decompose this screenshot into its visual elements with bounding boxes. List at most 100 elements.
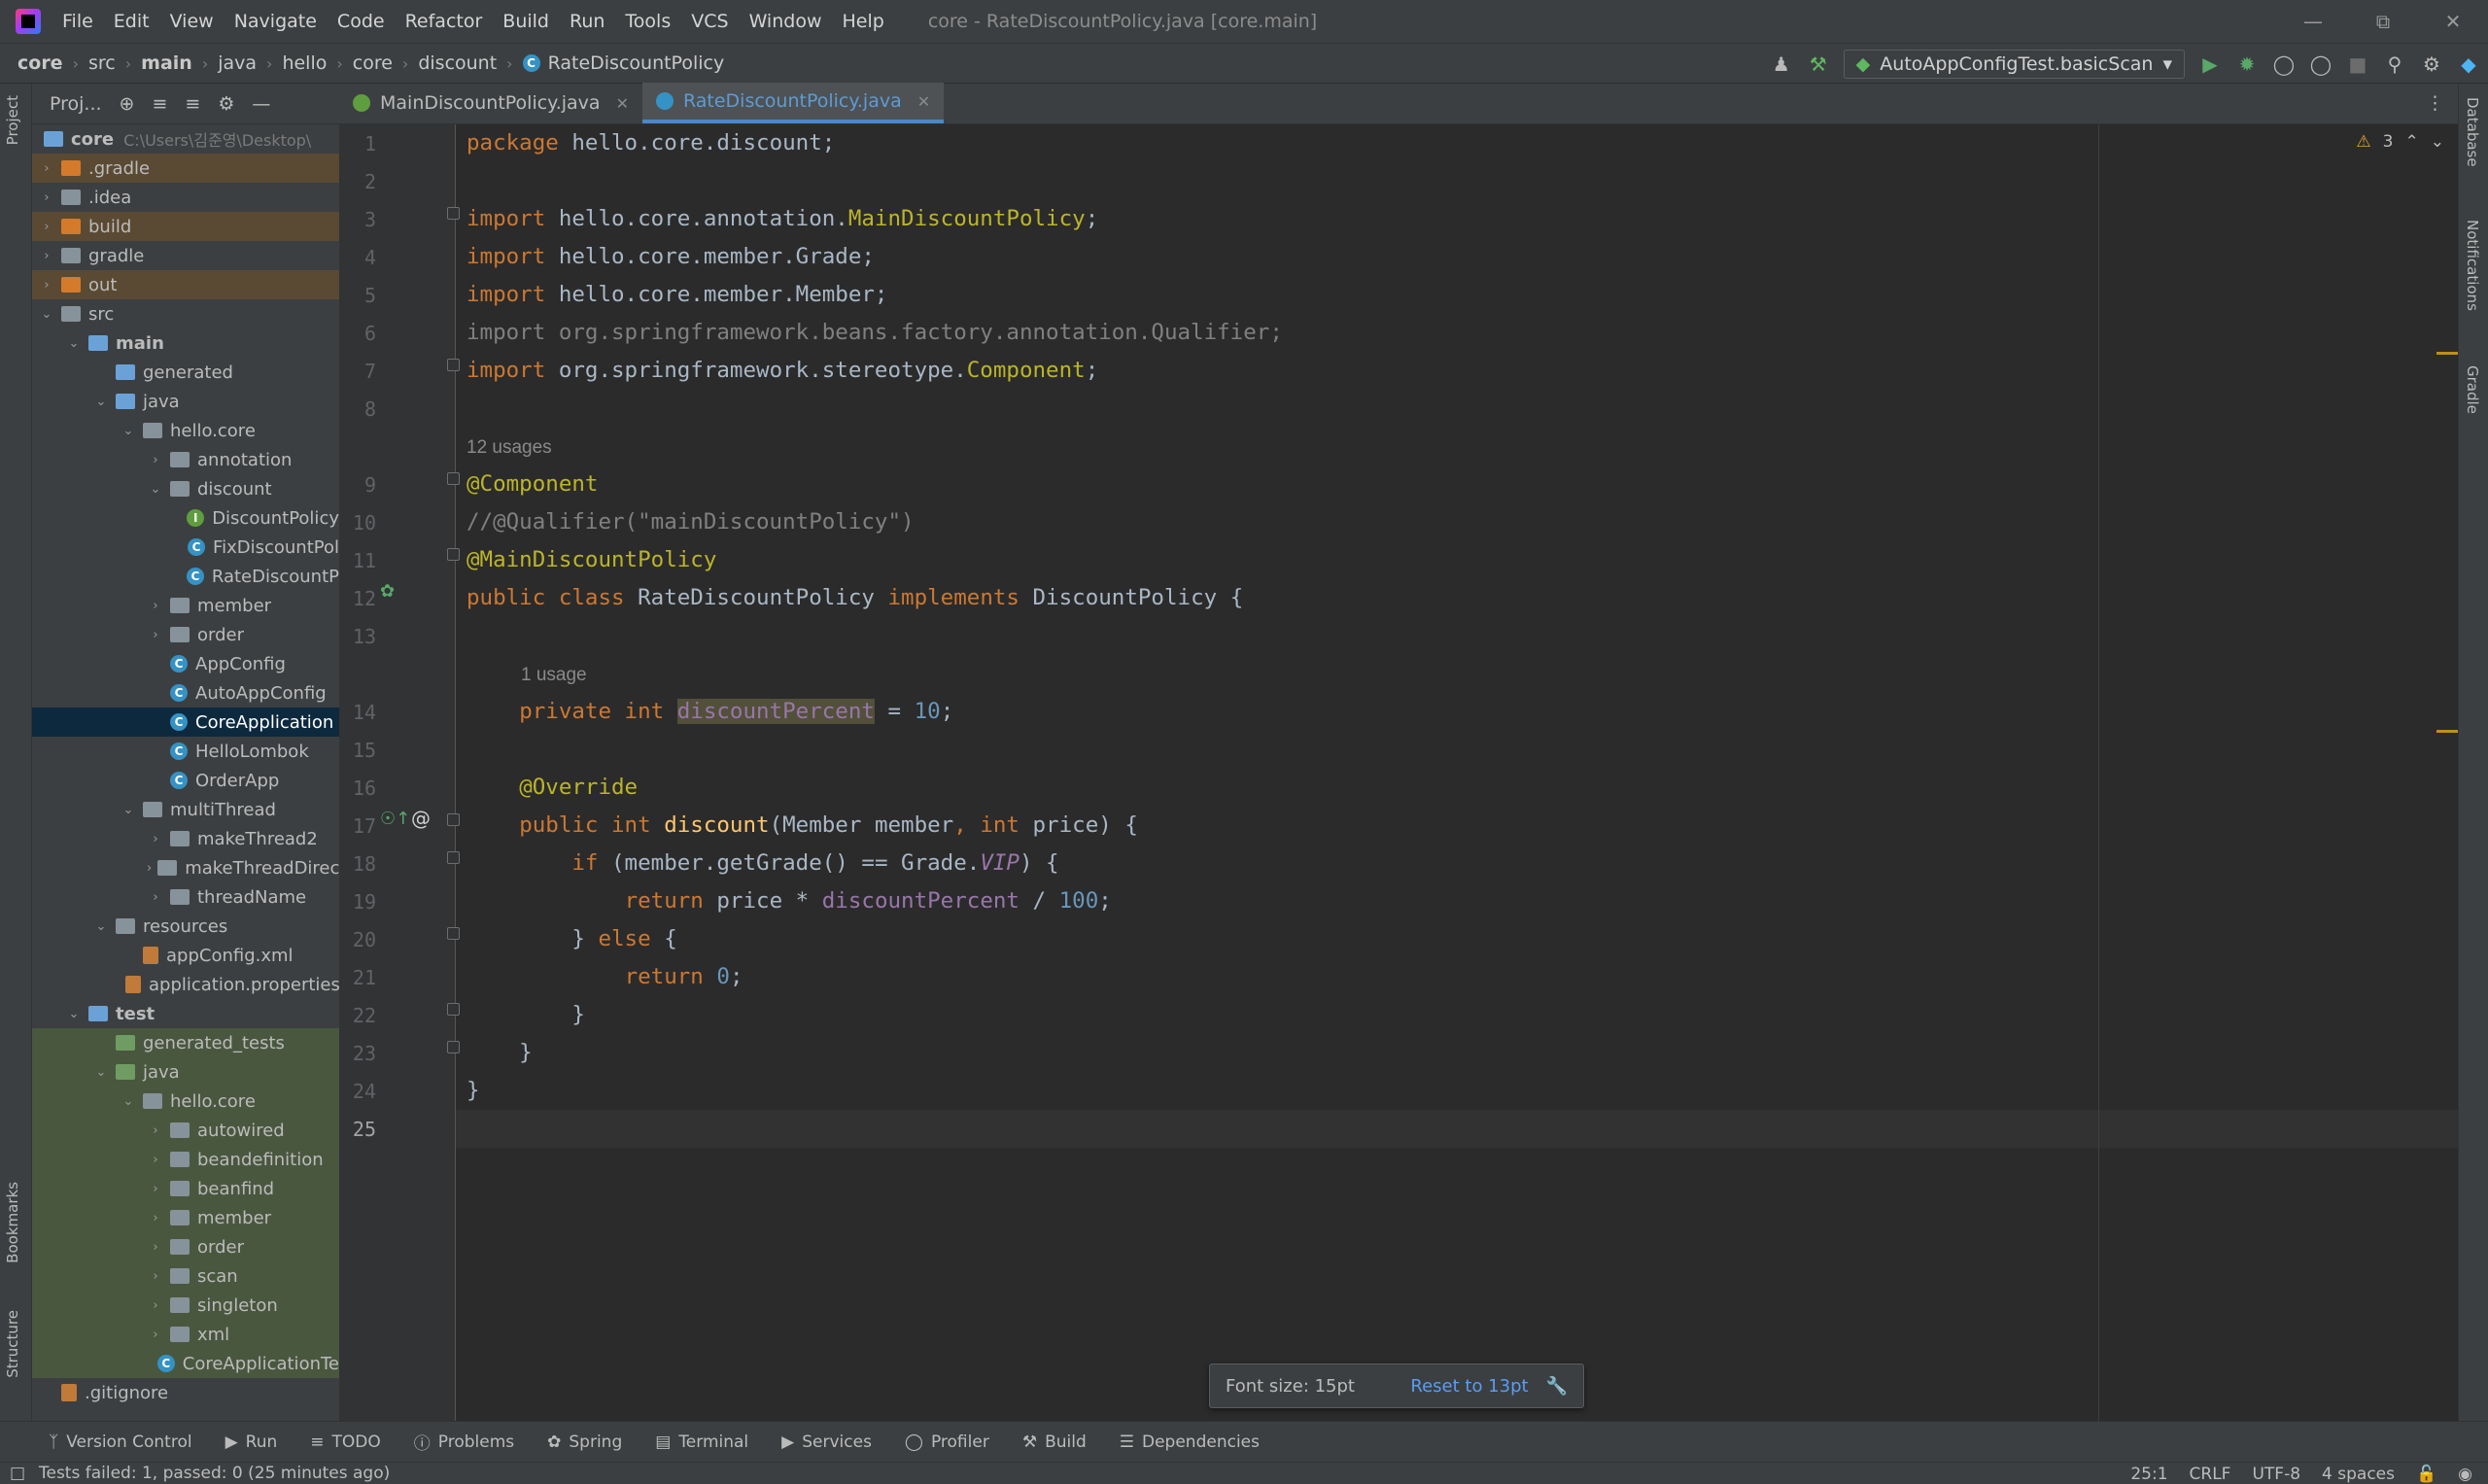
tree-item[interactable]: C CoreApplication [32,707,339,737]
tree-item[interactable]: › order [32,1232,339,1261]
tab-main-discount-policy[interactable]: MainDiscountPolicy.java ✕ [339,83,642,123]
run-icon[interactable]: ▶ [2198,52,2222,76]
chevron-right-icon[interactable]: › [147,453,164,467]
fold-marker-icon[interactable] [447,1041,460,1053]
tree-root[interactable]: core C:\Users\김준영\Desktop\ [32,124,339,154]
caret-position[interactable]: 25:1 [2130,1465,2167,1484]
gear-icon[interactable]: ⚙ [218,93,234,115]
tree-item[interactable]: C FixDiscountPol [32,533,339,562]
status-message[interactable]: Tests failed: 1, passed: 0 (25 minutes a… [39,1464,390,1483]
reset-font-link[interactable]: Reset to 13pt [1410,1376,1528,1397]
tree-item[interactable]: generated_tests [32,1028,339,1057]
gradle-tool-tab[interactable]: Gradle [2464,365,2481,414]
chevron-right-icon[interactable]: › [147,832,164,846]
notifications-tool-tab[interactable]: Notifications [2464,220,2481,311]
annotation-at-icon[interactable]: @ [411,807,431,830]
chevron-right-icon[interactable]: › [147,599,164,613]
chevron-right-icon[interactable]: › [147,628,164,642]
menu-tools[interactable]: Tools [625,11,671,32]
fold-marker-icon[interactable] [447,472,460,485]
tree-item[interactable]: › build [32,212,339,241]
services-tab[interactable]: ▶ Services [781,1432,872,1452]
usages-hint[interactable]: 1 usage [521,661,587,690]
chevron-right-icon[interactable]: › [147,1211,164,1225]
tree-item[interactable]: › scan [32,1261,339,1291]
spring-bean-icon[interactable]: ✿ [380,581,395,602]
close-icon[interactable]: ✕ [917,92,930,111]
tree-item[interactable]: C AutoAppConfig [32,678,339,707]
run-tab[interactable]: ▶ Run [225,1432,278,1452]
tree-item[interactable]: › autowired [32,1116,339,1145]
profiler-tab[interactable]: ◯ Profiler [905,1432,989,1452]
chevron-right-icon[interactable]: › [147,1328,164,1342]
collapse-all-icon[interactable]: ≡ [185,93,200,115]
chevron-right-icon[interactable]: › [147,1182,164,1196]
chevron-right-icon[interactable]: › [147,890,164,905]
tree-item[interactable]: › member [32,591,339,620]
tree-item[interactable]: › .idea [32,183,339,212]
tree-item[interactable]: .gitignore [32,1378,339,1407]
locate-icon[interactable]: ⊕ [120,93,135,115]
tree-item[interactable]: › .gradle [32,154,339,183]
tree-item[interactable]: ⌄ test [32,999,339,1028]
tree-item[interactable]: › xml [32,1320,339,1349]
fold-marker-icon[interactable] [447,548,460,561]
close-window-button[interactable]: ✕ [2418,0,2488,43]
tree-item[interactable]: ⌄ hello.core [32,1087,339,1116]
chevron-down-icon[interactable]: ⌄ [120,803,137,817]
search-icon[interactable]: ⚲ [2383,52,2406,76]
expand-all-icon[interactable]: ≡ [152,93,167,115]
inspection-widget[interactable]: ⚠ 3 ⌃ ⌄ [2356,132,2444,152]
bookmarks-tool-tab[interactable]: Bookmarks [4,1182,21,1263]
breadcrumb-item[interactable]: hello [282,52,327,74]
tree-item[interactable]: › makeThread2 [32,824,339,853]
coverage-icon[interactable]: ◯ [2272,52,2296,76]
breadcrumb-item[interactable]: core [353,52,393,74]
tree-item[interactable]: ⌄ src [32,299,339,328]
tree-item[interactable]: C RateDiscountP [32,562,339,591]
tree-item[interactable]: generated [32,358,339,387]
breadcrumb-item[interactable]: src [88,52,116,74]
tree-item[interactable]: › threadName [32,882,339,912]
chevron-right-icon[interactable]: › [38,190,55,205]
chevron-right-icon[interactable]: › [38,249,55,263]
menu-view[interactable]: View [170,11,214,32]
problems-tab[interactable]: ⓘ Problems [414,1430,514,1455]
chevron-right-icon[interactable]: › [38,161,55,176]
chevron-down-icon[interactable]: ⌄ [65,336,83,351]
chevron-right-icon[interactable]: › [147,1269,164,1284]
dependencies-tab[interactable]: ☰ Dependencies [1120,1432,1260,1452]
lock-icon[interactable]: 🔓 [2416,1465,2436,1484]
breadcrumb-item[interactable]: discount [418,52,497,74]
chevron-right-icon[interactable]: › [147,1123,164,1138]
wrench-icon[interactable]: 🔧 [1546,1376,1568,1397]
fold-marker-icon[interactable] [447,927,460,940]
debug-icon[interactable]: ✹ [2235,52,2259,76]
code-area[interactable]: package hello.core.discount; import hell… [466,124,2313,1421]
minimize-button[interactable]: — [2278,0,2348,43]
todo-tab[interactable]: ≡ TODO [310,1432,381,1452]
menu-code[interactable]: Code [337,11,385,32]
tree-item[interactable]: ⌄ java [32,387,339,416]
tree-item[interactable]: › annotation [32,445,339,474]
structure-tool-tab[interactable]: Structure [4,1310,21,1378]
stop-icon[interactable]: ■ [2346,52,2369,76]
menu-refactor[interactable]: Refactor [405,11,483,32]
menu-build[interactable]: Build [502,11,549,32]
project-panel-title[interactable]: Proj... [50,93,102,115]
fold-marker-icon[interactable] [447,851,460,864]
chevron-down-icon[interactable]: ⌄ [120,424,137,438]
tree-item[interactable]: › makeThreadDirect [32,853,339,882]
build-tab[interactable]: ⚒ Build [1022,1432,1087,1452]
tree-item[interactable]: I DiscountPolicy [32,503,339,533]
code-editor[interactable]: 1 2 3 4 5 6 7 8 9 10 11 12 13 14 15 16 17 18 19 20 21 22 23 24 2… [339,124,2458,1421]
database-tool-tab[interactable]: Database [2464,97,2481,167]
tree-item[interactable]: application.properties [32,970,339,999]
hide-icon[interactable]: — [252,93,270,115]
tree-item[interactable]: › gradle [32,241,339,270]
tree-item[interactable]: ⌄ multiThread [32,795,339,824]
chevron-down-icon[interactable]: ⌄ [38,307,55,322]
tab-rate-discount-policy[interactable]: RateDiscountPolicy.java ✕ [641,83,945,123]
terminal-tab[interactable]: ▤ Terminal [655,1432,748,1452]
chevron-down-icon[interactable]: ⌄ [92,395,110,409]
